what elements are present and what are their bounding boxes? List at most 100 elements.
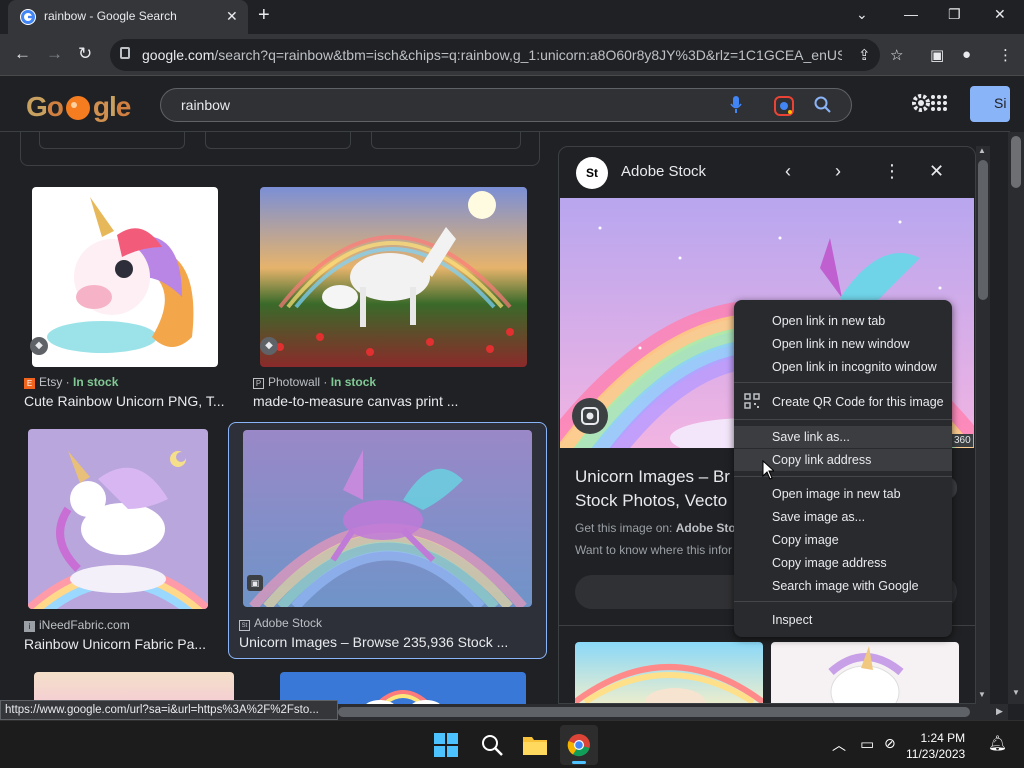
menu-search-image-google[interactable]: Search image with Google <box>734 575 952 597</box>
notification-bell-icon[interactable]: 🔔︎ <box>988 734 1007 752</box>
filter-chip[interactable] <box>205 132 351 149</box>
google-logo[interactable]: Go gle <box>26 91 131 123</box>
result-thumbnail[interactable] <box>260 187 527 367</box>
result-card[interactable]: ◆ P Photowall · In stock made-to-measure … <box>250 182 540 412</box>
page-scrollbar-thumb[interactable] <box>1011 136 1021 188</box>
menu-separator <box>734 601 952 602</box>
horizontal-scrollbar[interactable]: ▶ <box>338 704 1008 720</box>
settings-gear-icon[interactable] <box>910 92 932 119</box>
google-favicon-icon <box>20 9 36 25</box>
window-close-icon[interactable]: ✕ <box>994 6 1006 23</box>
image-dimensions: 360 <box>952 434 973 447</box>
result-title[interactable]: Unicorn Images – Browse 235,936 Stock ..… <box>239 634 539 650</box>
url-text: google.com/search?q=rainbow&tbm=isch&chi… <box>142 47 842 63</box>
menu-save-link-as[interactable]: Save link as... <box>734 426 952 448</box>
system-clock[interactable]: 1:24 PM 11/23/2023 <box>906 730 965 762</box>
chevron-left-icon[interactable]: ‹ <box>785 161 791 182</box>
panel-title[interactable]: Unicorn Images – Br Stock Photos, Vecto <box>575 465 735 513</box>
browser-tab[interactable]: rainbow - Google Search ✕ <box>8 0 248 34</box>
image-info-note: Want to know where this infor <box>575 543 732 557</box>
taskbar-search-icon[interactable] <box>480 733 504 762</box>
minimize-icon[interactable]: — <box>904 6 918 22</box>
menu-inspect[interactable]: Inspect <box>734 609 952 631</box>
bookmark-star-icon[interactable]: ☆ <box>890 46 903 64</box>
menu-open-link-new-tab[interactable]: Open link in new tab <box>734 310 952 332</box>
menu-copy-image-address[interactable]: Copy image address <box>734 552 952 574</box>
tag-icon: ◆ <box>260 337 278 355</box>
lock-icon <box>120 47 130 59</box>
file-explorer-icon[interactable] <box>522 733 548 762</box>
menu-separator <box>734 382 952 383</box>
result-title[interactable]: made-to-measure canvas print ... <box>253 393 533 409</box>
tab-search-icon[interactable]: ⌄ <box>856 6 868 23</box>
profile-icon[interactable]: ● <box>962 46 971 63</box>
result-card[interactable]: i iNeedFabric.com Rainbow Unicorn Fabric … <box>20 427 230 657</box>
menu-save-image-as[interactable]: Save image as... <box>734 506 952 528</box>
panel-scrollbar-thumb[interactable] <box>978 160 988 300</box>
ineedfabric-icon: i <box>24 621 35 632</box>
scroll-down-icon[interactable]: ▼ <box>978 690 986 699</box>
search-icon[interactable] <box>813 95 833 120</box>
search-query[interactable]: rainbow <box>181 97 230 113</box>
adobe-stock-logo[interactable]: St <box>576 157 608 189</box>
scroll-up-icon[interactable]: ▲ <box>978 146 986 155</box>
windows-start-icon[interactable] <box>434 733 458 762</box>
result-card[interactable]: ◆ E Etsy · In stock Cute Rainbow Unicorn … <box>20 182 230 412</box>
google-header: Go gle rainbow Si <box>0 77 1010 132</box>
address-bar[interactable]: google.com/search?q=rainbow&tbm=isch&chi… <box>110 39 880 71</box>
related-image[interactable] <box>575 642 763 703</box>
network-icon[interactable]: ▭ <box>860 735 874 753</box>
result-card-selected[interactable]: ▣ St Adobe Stock Unicorn Images – Browse … <box>228 422 547 659</box>
browser-toolbar: ← → ↻ google.com/search?q=rainbow&tbm=is… <box>0 34 1024 76</box>
result-source: P Photowall · In stock <box>253 375 376 389</box>
filter-chip[interactable] <box>371 132 521 149</box>
more-options-icon[interactable]: ⋮ <box>883 161 901 182</box>
menu-open-link-incognito[interactable]: Open link in incognito window <box>734 356 952 378</box>
lens-search-icon[interactable] <box>773 95 795 122</box>
result-title[interactable]: Cute Rainbow Unicorn PNG, T... <box>24 393 224 409</box>
menu-separator <box>734 419 952 420</box>
restore-icon[interactable]: ❐ <box>948 6 961 23</box>
result-thumbnail[interactable] <box>28 429 208 609</box>
result-thumbnail[interactable] <box>32 187 218 367</box>
chevron-right-icon[interactable]: › <box>835 161 841 182</box>
apps-grid-icon[interactable] <box>930 94 948 117</box>
panel-scrollbar[interactable]: ▲ ▼ <box>976 146 990 704</box>
related-image[interactable] <box>771 642 959 703</box>
forward-icon[interactable]: → <box>46 44 63 64</box>
menu-open-image-new-tab[interactable]: Open image in new tab <box>734 483 952 505</box>
scroll-down-icon[interactable]: ▼ <box>1012 688 1020 697</box>
new-tab-icon[interactable]: + <box>258 4 270 27</box>
menu-kebab-icon[interactable]: ⋮ <box>998 46 1013 64</box>
scroll-right-icon[interactable]: ▶ <box>996 706 1003 717</box>
chrome-taskbar-button[interactable] <box>560 725 598 765</box>
back-icon[interactable]: ← <box>14 44 31 64</box>
filter-chip[interactable] <box>39 132 185 149</box>
result-title[interactable]: Rainbow Unicorn Fabric Pa... <box>24 636 224 652</box>
chrome-icon <box>567 733 591 762</box>
menu-copy-image[interactable]: Copy image <box>734 529 952 551</box>
close-panel-icon[interactable]: ✕ <box>929 161 944 182</box>
page-scrollbar[interactable]: ▼ <box>1008 132 1024 704</box>
tab-close-icon[interactable]: ✕ <box>226 8 238 25</box>
voice-search-icon[interactable] <box>729 94 743 121</box>
image-icon: ▣ <box>247 575 263 591</box>
lens-search-icon[interactable] <box>572 398 608 434</box>
adobe-stock-icon: St <box>239 620 250 631</box>
side-panel-icon[interactable]: ▣ <box>930 46 944 64</box>
search-box[interactable]: rainbow <box>160 88 852 122</box>
tab-strip: rainbow - Google Search ✕ + ⌄ — ❐ ✕ <box>0 0 1024 34</box>
menu-create-qr-code[interactable]: Create QR Code for this image <box>734 391 952 413</box>
horizontal-scrollbar-thumb[interactable] <box>338 707 970 717</box>
get-image-on: Get this image on: Adobe Stock <box>575 521 750 535</box>
result-thumbnail[interactable] <box>243 430 532 607</box>
panel-source-name[interactable]: Adobe Stock <box>621 163 706 180</box>
show-hidden-icons-icon[interactable]: ︿ <box>832 735 846 755</box>
share-icon[interactable]: ⇪ <box>858 46 871 64</box>
doodle-orange-icon <box>65 96 90 120</box>
sign-in-button[interactable]: Si <box>970 86 1010 122</box>
reload-icon[interactable]: ↻ <box>78 44 92 64</box>
tab-title: rainbow - Google Search <box>44 9 177 23</box>
menu-open-link-new-window[interactable]: Open link in new window <box>734 333 952 355</box>
volume-muted-icon[interactable]: ⊘ <box>884 735 896 752</box>
